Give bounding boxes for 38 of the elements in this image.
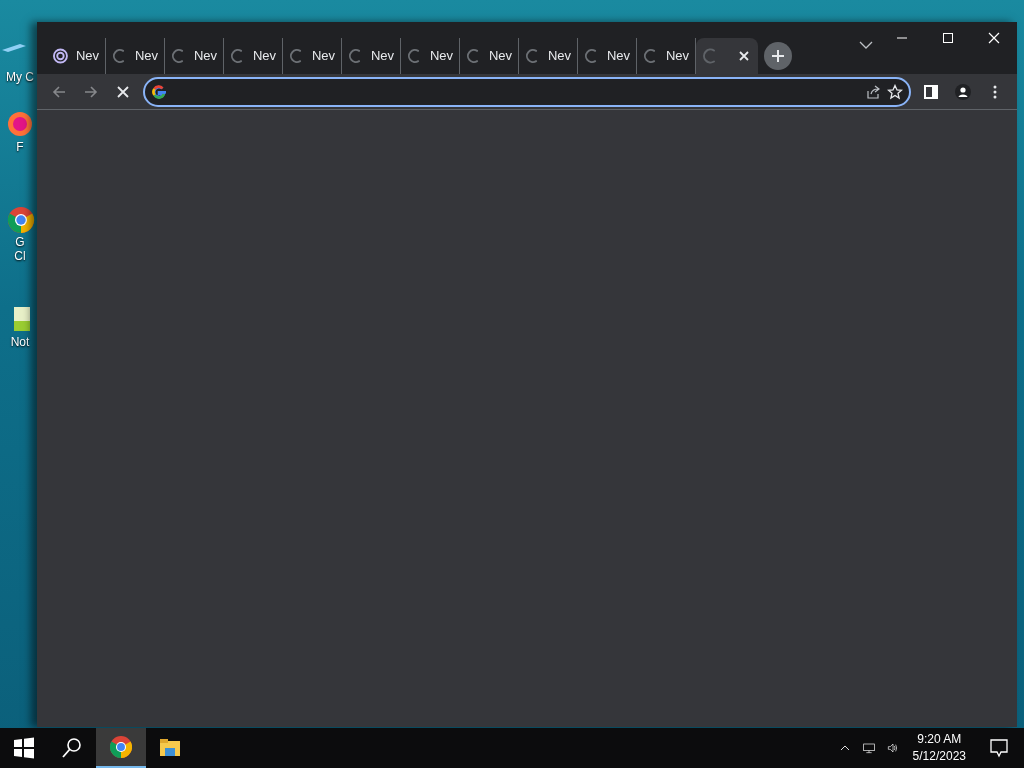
browser-tab[interactable]: Nev	[165, 38, 224, 74]
icon-label: F	[16, 140, 24, 154]
google-icon	[151, 83, 167, 100]
close-icon[interactable]	[738, 50, 750, 62]
close-icon	[988, 32, 1000, 44]
icon-label: My C	[6, 70, 34, 84]
windows-icon	[13, 737, 35, 759]
folder-icon	[159, 737, 181, 759]
new-tab-button[interactable]	[764, 42, 792, 70]
browser-tab[interactable]: Nev	[578, 38, 637, 74]
browser-tab[interactable]: Nev	[106, 38, 165, 74]
browser-tab[interactable]: Nev	[401, 38, 460, 74]
icon-label: Cl	[14, 249, 26, 263]
stop-icon	[115, 83, 131, 100]
side-panel-icon	[923, 83, 939, 100]
browser-tab[interactable]: Nev	[342, 38, 401, 74]
maximize-icon	[942, 32, 954, 44]
arrow-right-icon	[83, 83, 99, 100]
share-icon[interactable]	[865, 83, 881, 100]
browser-tab[interactable]: Nev	[519, 38, 578, 74]
icon-label: G	[15, 235, 25, 249]
star-icon[interactable]	[887, 83, 903, 100]
browser-tab[interactable]: Nev	[47, 38, 106, 74]
clock[interactable]: 9:20 AM 5/12/2023	[904, 731, 974, 765]
arrow-left-icon	[51, 83, 67, 100]
plus-icon	[771, 49, 785, 63]
icon-label: Not	[10, 335, 30, 349]
browser-tab[interactable]: Nev	[224, 38, 283, 74]
browser-tab[interactable]: Nev	[283, 38, 342, 74]
chrome-icon	[110, 736, 132, 758]
person-icon	[955, 83, 971, 100]
monitor-icon	[862, 740, 875, 756]
search-icon	[61, 737, 83, 759]
speech-bubble-icon	[989, 738, 1009, 758]
browser-tab[interactable]: Nev	[460, 38, 519, 74]
browser-taskbar-button[interactable]	[96, 728, 146, 768]
chevron-down-icon[interactable]	[859, 41, 873, 49]
address-bar[interactable]	[143, 76, 911, 107]
